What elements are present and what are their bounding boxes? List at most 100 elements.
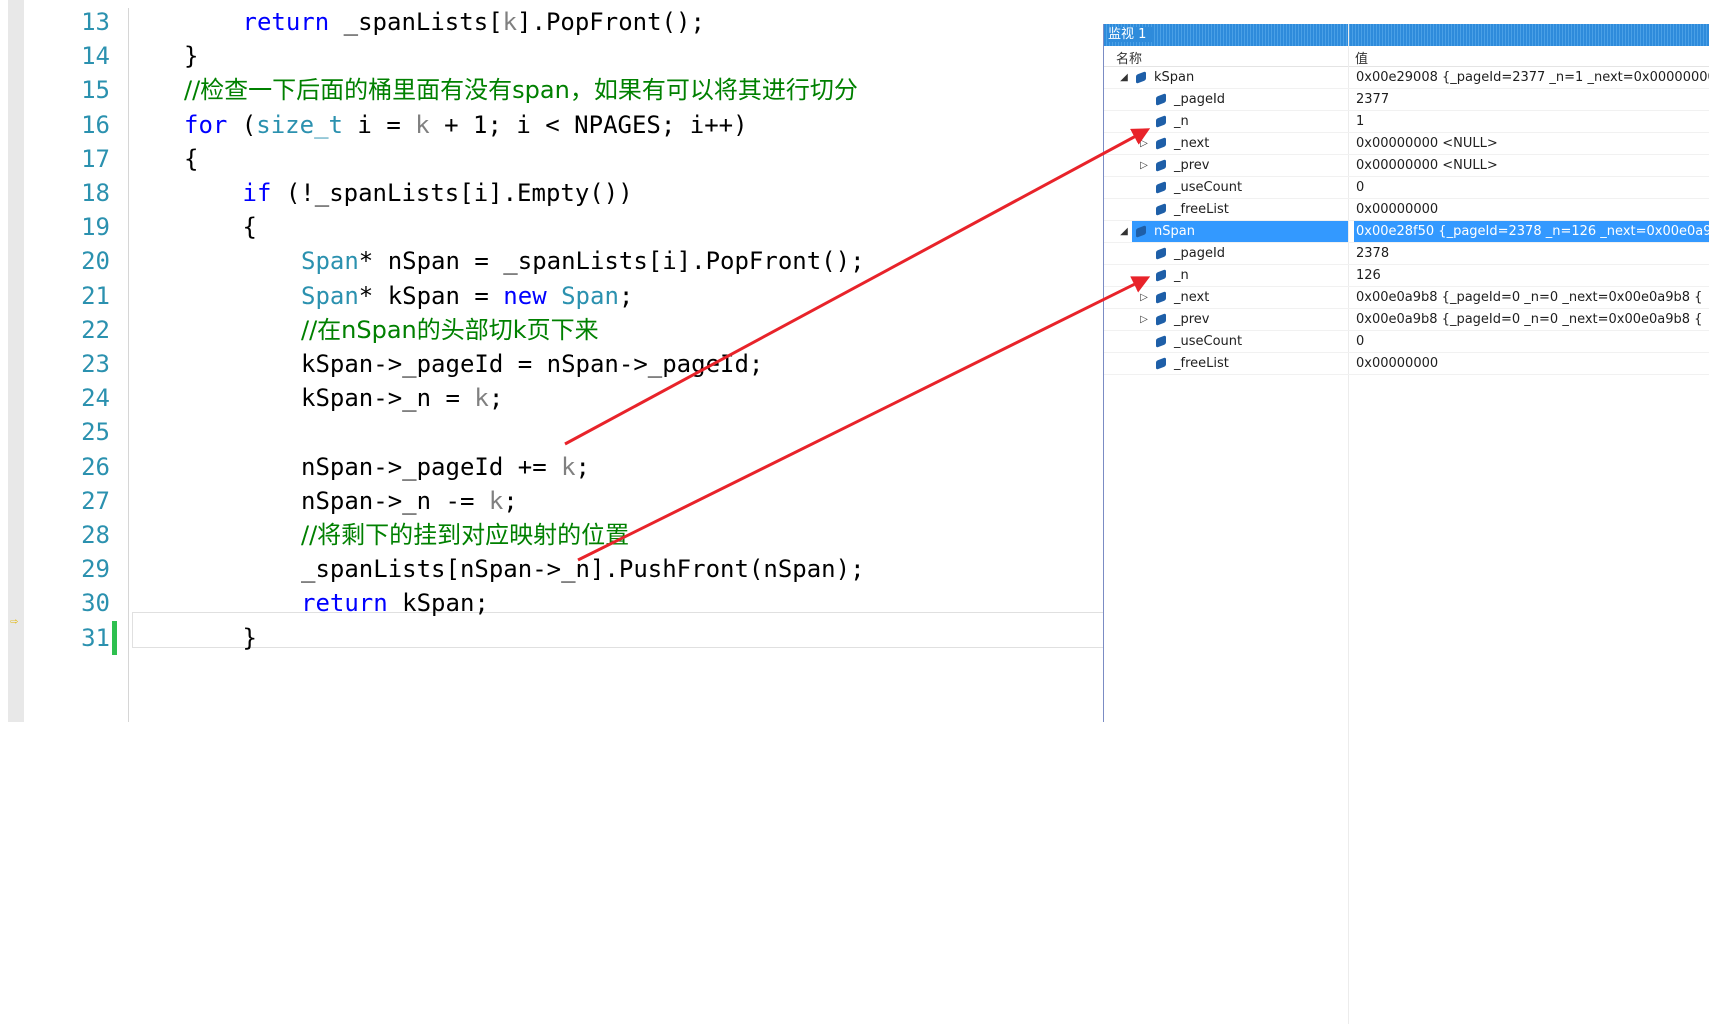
expand-arrow-icon[interactable]: ▷ [1138,133,1150,154]
watch-variable-value[interactable]: 0x00000000 <NULL> [1354,133,1709,154]
code-token: Span [561,281,619,310]
watch-variable-value[interactable]: 0x00000000 [1354,353,1709,374]
watch-row[interactable]: ▷ _next 0x00000000 <NULL> [1104,133,1709,155]
code-token: new [503,281,547,310]
code-line[interactable]: } [184,39,198,73]
watch-row[interactable]: _n 126 [1104,265,1709,287]
change-indicator [112,620,117,655]
watch-variable-name: _n [1174,114,1189,129]
code-line[interactable]: return _spanLists[k].PopFront(); [243,5,705,39]
expand-arrow-icon[interactable]: ▷ [1138,155,1150,176]
watch-variable-value[interactable]: 2378 [1354,243,1709,264]
code-line[interactable]: Span* nSpan = _spanLists[i].PopFront(); [301,244,865,278]
code-token: kSpan; [387,589,489,618]
collapse-arrow-icon[interactable]: ◢ [1118,67,1130,88]
code-line[interactable]: Span* kSpan = new Span; [301,279,633,313]
code-token: (!_spanLists[i].Empty()) [271,179,633,207]
code-line[interactable]: //在nSpan的头部切k页下来 [301,313,599,347]
expand-arrow-icon[interactable]: ▷ [1138,287,1150,308]
watch-variable-value[interactable]: 0x00e0a9b8 {_pageId=0 _n=0 _next=0x00e0a… [1354,309,1709,330]
watch-row[interactable]: _n 1 [1104,111,1709,133]
code-token: nSpan->_pageId += [301,452,562,481]
code-line[interactable]: kSpan->_n = k; [301,381,503,415]
watch-variable-value[interactable]: 126 [1354,265,1709,286]
code-line[interactable]: nSpan->_pageId += k; [301,450,590,484]
code-line[interactable]: //将剩下的挂到对应映射的位置 [301,518,629,552]
watch-variable-value[interactable]: 0x00000000 <NULL> [1354,155,1709,176]
watch-variable-name: _useCount [1174,334,1243,349]
expand-arrow-icon[interactable]: ▷ [1138,309,1150,330]
watch-window[interactable]: 监视 1 名称 值 ◢ kSpan 0x00e29008 {_pageId=2377… [1103,24,1709,1024]
watch-variable-name: _useCount [1174,180,1243,195]
watch-row[interactable]: ▷ _prev 0x00000000 <NULL> [1104,155,1709,177]
watch-variable-value[interactable]: 0x00e29008 {_pageId=2377 _n=1 _next=0x00… [1354,67,1709,88]
code-line[interactable]: if (!_spanLists[i].Empty()) [243,176,633,210]
code-token: k [474,384,489,413]
watch-variable-value[interactable]: 0 [1354,331,1709,352]
field-icon [1156,357,1166,370]
line-number: 18 [81,179,110,207]
column-name-header[interactable]: 名称 [1116,48,1142,67]
code-line[interactable]: } [243,621,257,655]
code-token: k [488,486,504,515]
code-token: return [301,589,388,618]
column-value-header[interactable]: 值 [1355,48,1368,67]
code-token: nSpan->_n -= [301,486,489,515]
field-icon [1156,291,1166,304]
watch-row[interactable]: ◢ nSpan 0x00e28f50 {_pageId=2378 _n=126 _n… [1104,221,1709,243]
watch-variable-value[interactable]: 0x00e0a9b8 {_pageId=0 _n=0 _next=0x00e0a… [1354,287,1709,308]
field-icon [1156,269,1166,282]
code-token: i = [342,110,416,139]
code-token: ; [488,384,504,413]
code-token: size_t [256,110,343,139]
code-line[interactable]: { [184,142,198,176]
watch-row[interactable]: _freeList 0x00000000 [1104,199,1709,221]
code-line[interactable]: nSpan->_n -= k; [301,484,518,518]
collapse-arrow-icon[interactable]: ◢ [1118,221,1130,242]
field-icon [1156,115,1166,128]
watch-row[interactable]: ▷ _next 0x00e0a9b8 {_pageId=0 _n=0 _next=0… [1104,287,1709,309]
code-token: if [242,179,272,207]
watch-title-bar[interactable]: 监视 1 [1104,24,1709,46]
code-line[interactable]: kSpan->_pageId = nSpan->_pageId; [301,347,763,381]
code-token: ; [575,452,590,481]
watch-rows: ◢ kSpan 0x00e29008 {_pageId=2377 _n=1 _nex… [1104,67,1709,375]
watch-variable-value[interactable]: 0 [1354,177,1709,198]
watch-row[interactable]: ▷ _prev 0x00e0a9b8 {_pageId=0 _n=0 _next=0… [1104,309,1709,331]
line-number: 26 [81,452,110,481]
code-token: { [242,213,257,242]
code-token: ].PopFront(); [517,8,705,36]
field-icon [1156,93,1166,106]
code-line[interactable]: for (size_t i = k + 1; i < NPAGES; i++) [184,108,748,142]
code-token: kSpan->_pageId = nSpan->_pageId; [301,350,764,378]
watch-variable-name: _prev [1174,158,1210,173]
field-icon [1156,159,1166,172]
code-token: ; [618,281,634,310]
watch-row[interactable]: _useCount 0 [1104,331,1709,353]
line-number: 30 [81,589,110,618]
watch-row[interactable]: _pageId 2378 [1104,243,1709,265]
code-line[interactable]: //检查一下后面的桶里面有没有span，如果有可以将其进行切分 [184,73,858,107]
code-token: * nSpan = _spanLists[i].PopFront(); [358,247,865,276]
code-line[interactable]: _spanLists[nSpan->_n].PushFront(nSpan); [301,552,865,586]
code-line[interactable]: return kSpan; [301,586,489,620]
watch-row[interactable]: ◢ kSpan 0x00e29008 {_pageId=2377 _n=1 _nex… [1104,67,1709,89]
watch-row[interactable]: _useCount 0 [1104,177,1709,199]
watch-row[interactable]: _pageId 2377 [1104,89,1709,111]
line-number: 19 [81,213,110,242]
current-statement-arrow-icon: ⇨ [10,614,18,629]
code-token: _spanLists[nSpan->_n].PushFront(nSpan); [301,555,865,584]
watch-column-header: 名称 值 [1104,46,1709,67]
watch-variable-value[interactable]: 2377 [1354,89,1709,110]
code-token: //将剩下的挂到对应映射的位置 [301,521,630,549]
line-number: 27 [81,486,110,515]
line-number: 13 [81,8,110,36]
code-line[interactable]: { [243,210,257,244]
code-token: kSpan->_n = [301,384,475,413]
code-token: * kSpan = [358,281,504,310]
watch-row[interactable]: _freeList 0x00000000 [1104,353,1709,375]
watch-variable-value[interactable]: 0x00000000 [1354,199,1709,220]
field-icon [1156,181,1166,194]
watch-variable-value[interactable]: 1 [1354,111,1709,132]
watch-variable-value[interactable]: 0x00e28f50 {_pageId=2378 _n=126 _next=0x… [1354,221,1709,242]
